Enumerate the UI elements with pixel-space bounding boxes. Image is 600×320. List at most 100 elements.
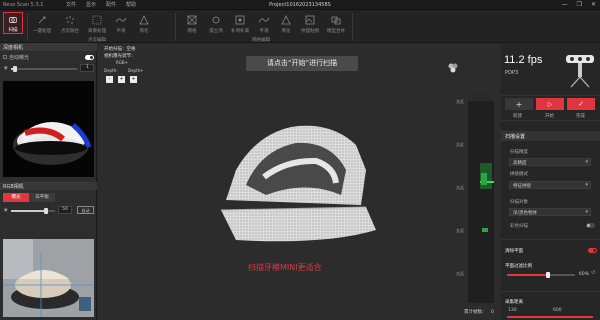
hist-label-2: 太远 xyxy=(456,185,464,190)
one-click-button[interactable]: 一键处理 xyxy=(31,12,53,34)
smooth-icon xyxy=(115,17,127,23)
merge-icon xyxy=(331,16,341,25)
rgb-exposure-slider[interactable] xyxy=(11,208,55,214)
ribbon-toolbar: 扫描 一键处理 点云融合 离散处理 平滑 简化 点云编辑 网格 孤立项 补洞补漏… xyxy=(0,10,600,43)
start-hint: 请点击“开始”进行扫描 xyxy=(246,56,358,71)
minimize-button[interactable]: — xyxy=(562,1,568,8)
fill-hole-icon xyxy=(235,15,245,25)
depth-minus-label: Depth- xyxy=(104,68,118,73)
new-label: 新建 xyxy=(513,114,522,119)
finish-button[interactable]: ✓ xyxy=(567,98,595,110)
fusion-icon xyxy=(66,16,74,24)
plane-filter-slider[interactable] xyxy=(507,272,575,278)
texture-button[interactable]: 纹理贴图 xyxy=(299,12,321,34)
play-icon: ▷ xyxy=(547,100,553,108)
scan-precision-select[interactable]: 高精度 xyxy=(509,158,591,166)
brightness-icon: ☀ xyxy=(3,65,9,72)
depth-camera-title: 深度相机 xyxy=(0,43,97,51)
fusion-button[interactable]: 点云融合 xyxy=(59,12,81,34)
tab-white-balance[interactable]: 白平衡 xyxy=(29,193,55,202)
scan-object-label: 扫描对象 xyxy=(510,200,528,205)
merge-button[interactable]: 模型合并 xyxy=(325,12,347,34)
finish-label: 完成 xyxy=(576,114,585,119)
distance-max: 600 xyxy=(553,308,562,313)
frames-label: 累计帧数： xyxy=(464,310,487,315)
rgb-auto-button[interactable]: 自动 xyxy=(77,206,94,214)
key-rgb-plus[interactable]: + xyxy=(118,76,125,83)
hist-label-4: 太远 xyxy=(456,271,464,276)
3d-viewport[interactable]: 开始扫描：空格 相机曝光调节： RGB+ Depth- Depth+ - + +… xyxy=(98,43,500,320)
key-depth-minus[interactable]: - xyxy=(106,76,113,83)
exposure-adjust-label: 相机曝光调节： xyxy=(104,54,136,59)
start-button[interactable]: ▷ xyxy=(536,98,564,110)
scan-status: 开始扫描：空格 xyxy=(104,47,136,52)
rgb-camera-title: RGB相机 xyxy=(0,182,97,190)
fill-hole-button[interactable]: 补洞补漏 xyxy=(229,12,251,34)
check-icon: ✓ xyxy=(578,100,584,108)
simplify-button[interactable]: 简化 xyxy=(135,12,153,34)
scanner-device-icon xyxy=(563,45,597,89)
hist-label-1: 太近 xyxy=(456,142,464,147)
scan-precision-label: 扫描精度 xyxy=(510,150,528,155)
brightness-icon: ☀ xyxy=(3,207,9,214)
capture-distance-label: 采集距离 xyxy=(505,300,523,305)
mesh-simplify-icon xyxy=(281,15,291,25)
remove-plane-toggle[interactable] xyxy=(588,248,597,253)
right-panel: 11.2 fps POP3 + ▷ ✓ 新建 开始 完成 扫描设置 扫描精度 高… xyxy=(501,43,600,320)
depth-toggle[interactable] xyxy=(85,55,94,60)
stitch-mode-label: 拼接模式 xyxy=(510,172,528,177)
scanned-model xyxy=(216,115,381,255)
close-button[interactable]: ✕ xyxy=(591,1,596,8)
remove-plane-label: 清除平面 xyxy=(505,249,523,254)
model-tip: 扫描牙模MINI更适合 xyxy=(248,263,322,272)
auto-exposure-label: 自动曝光 xyxy=(9,55,30,61)
depth-preview xyxy=(3,81,94,177)
distance-min: 130 xyxy=(508,308,517,313)
scan-icon xyxy=(9,17,17,23)
rgb-camera-panel: RGB相机 曝光 白平衡 ☀ 50 自动 xyxy=(0,182,97,320)
tab-exposure[interactable]: 曝光 xyxy=(3,193,29,202)
start-label: 开始 xyxy=(545,114,554,119)
key-depth-plus[interactable]: + xyxy=(130,76,137,83)
scan-settings-header[interactable]: 扫描设置 xyxy=(501,131,600,141)
mesh-button[interactable]: 网格 xyxy=(184,12,200,34)
rgb-preview xyxy=(3,239,94,317)
plus-icon: + xyxy=(515,99,523,109)
device-name: POP3 xyxy=(505,70,519,76)
auto-exposure-checkbox[interactable] xyxy=(3,55,7,59)
reset-icon[interactable]: ↺ xyxy=(591,270,595,276)
rgb-plus-label: RGB+ xyxy=(116,60,128,65)
distance-histogram xyxy=(468,93,494,303)
rgb-exposure-input[interactable]: 50 xyxy=(58,206,72,214)
isolation-icon xyxy=(92,15,102,25)
hist-label-0: 太近 xyxy=(456,99,464,104)
smooth-button[interactable]: 平滑 xyxy=(112,12,130,34)
simplify-icon xyxy=(139,15,149,25)
capture-distance-slider[interactable] xyxy=(507,316,593,318)
stitch-mode-select[interactable]: 特征拼接 xyxy=(509,181,591,189)
mesh-icon xyxy=(187,15,197,25)
scan-button[interactable]: 扫描 xyxy=(3,12,23,34)
frames-value: 0 xyxy=(491,310,494,315)
fps-readout: 11.2 fps xyxy=(504,54,543,66)
exposure-input[interactable]: 1 xyxy=(80,64,94,72)
depth-camera-panel: 深度相机 自动曝光 ☀ 1 xyxy=(0,43,97,179)
color-scan-toggle[interactable] xyxy=(586,223,595,228)
isolation-button[interactable]: 离散处理 xyxy=(86,12,108,34)
left-panel: 深度相机 自动曝光 ☀ 1 RGB相机 曝光 白平衡 ☀ 50 自动 xyxy=(0,43,97,320)
one-click-icon xyxy=(38,16,46,24)
mesh-smooth-button[interactable]: 平滑 xyxy=(255,12,273,34)
mesh-smooth-icon xyxy=(258,17,270,23)
color-scan-label: 彩色扫描 xyxy=(510,224,528,229)
plane-filter-value: 60% xyxy=(579,272,590,277)
plane-filter-label: 平面过滤比例 xyxy=(505,264,532,269)
view-cube-icon[interactable] xyxy=(447,59,459,73)
isolated-button[interactable]: 孤立项 xyxy=(207,12,225,34)
exposure-slider[interactable] xyxy=(11,66,77,72)
new-button[interactable]: + xyxy=(505,98,533,110)
project-name: Project1016202313458S xyxy=(269,2,331,8)
mesh-simplify-button[interactable]: 简化 xyxy=(277,12,295,34)
maximize-button[interactable]: ❐ xyxy=(577,1,582,8)
scan-object-select[interactable]: 深/黑色物体 xyxy=(509,208,591,216)
texture-icon xyxy=(305,15,315,25)
